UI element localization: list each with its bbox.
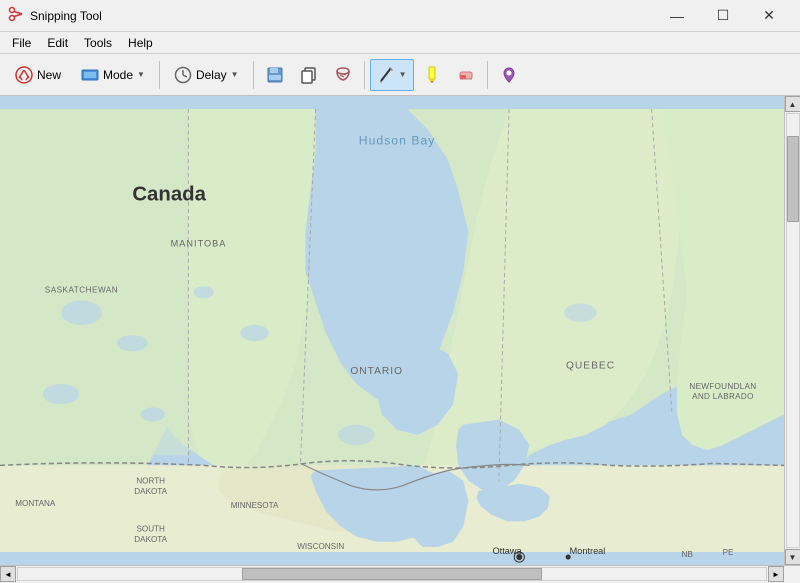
scroll-v-track[interactable]	[786, 113, 800, 548]
svg-text:PE: PE	[723, 548, 734, 557]
horizontal-scrollbar: ◄ ►	[0, 565, 800, 583]
save-icon	[266, 66, 284, 84]
copy-button[interactable]	[293, 59, 325, 91]
copy-icon	[300, 66, 318, 84]
pen-button[interactable]: ▼	[370, 59, 414, 91]
menu-help[interactable]: Help	[120, 34, 161, 52]
svg-text:Canada: Canada	[132, 184, 206, 206]
pin-icon	[500, 66, 518, 84]
separator-3	[364, 61, 365, 89]
title-bar: Snipping Tool — ☐ ✕	[0, 0, 800, 32]
delay-button[interactable]: Delay ▼	[165, 59, 248, 91]
svg-text:Montreal: Montreal	[570, 546, 606, 556]
save-button[interactable]	[259, 59, 291, 91]
svg-text:Ottawa: Ottawa	[493, 546, 523, 556]
menu-edit[interactable]: Edit	[39, 34, 76, 52]
svg-text:Hudson Bay: Hudson Bay	[359, 134, 436, 148]
separator-2	[253, 61, 254, 89]
pen-dropdown-arrow: ▼	[399, 70, 407, 79]
scroll-h-thumb[interactable]	[242, 568, 541, 580]
app-title: Snipping Tool	[30, 9, 102, 23]
eraser-icon	[457, 66, 475, 84]
close-button[interactable]: ✕	[746, 0, 792, 32]
svg-text:NEWFOUNDLAN: NEWFOUNDLAN	[689, 382, 756, 391]
scroll-right-button[interactable]: ►	[768, 566, 784, 582]
svg-text:NORTH: NORTH	[136, 477, 165, 486]
pen-icon	[377, 66, 395, 84]
vertical-scrollbar[interactable]: ▲ ▼	[784, 96, 800, 565]
scroll-down-button[interactable]: ▼	[785, 549, 800, 565]
menu-tools[interactable]: Tools	[76, 34, 120, 52]
mode-dropdown-arrow: ▼	[137, 70, 145, 79]
delay-label: Delay	[196, 68, 227, 82]
separator-1	[159, 61, 160, 89]
paste-button[interactable]	[327, 59, 359, 91]
svg-text:WISCONSIN: WISCONSIN	[297, 542, 344, 551]
separator-4	[487, 61, 488, 89]
svg-text:AND LABRADO: AND LABRADO	[692, 392, 754, 401]
svg-text:ONTARIO: ONTARIO	[350, 366, 403, 377]
highlighter-button[interactable]	[416, 59, 448, 91]
new-label: New	[37, 68, 61, 82]
app-icon	[8, 6, 24, 25]
content-area: Hudson Bay Canada MANITOBA SASKATCHEWAN …	[0, 96, 800, 565]
paste-icon	[334, 66, 352, 84]
svg-text:MINNESOTA: MINNESOTA	[231, 501, 279, 510]
scroll-h-track[interactable]	[17, 567, 767, 581]
window-controls: — ☐ ✕	[654, 0, 792, 32]
new-icon	[15, 66, 33, 84]
maximize-button[interactable]: ☐	[700, 0, 746, 32]
scroll-corner	[784, 566, 800, 582]
toolbar: New Mode ▼ Delay ▼	[0, 54, 800, 96]
svg-text:DAKOTA: DAKOTA	[134, 487, 167, 496]
svg-text:MONTANA: MONTANA	[15, 499, 56, 508]
svg-text:QUEBEC: QUEBEC	[566, 361, 615, 372]
mode-label: Mode	[103, 68, 133, 82]
svg-text:MANITOBA: MANITOBA	[171, 239, 227, 249]
map-container[interactable]: Hudson Bay Canada MANITOBA SASKATCHEWAN …	[0, 96, 784, 565]
svg-text:DAKOTA: DAKOTA	[134, 535, 167, 544]
menu-bar: File Edit Tools Help	[0, 32, 800, 54]
mode-button[interactable]: Mode ▼	[72, 59, 154, 91]
svg-text:SASKATCHEWAN: SASKATCHEWAN	[45, 285, 118, 294]
eraser-button[interactable]	[450, 59, 482, 91]
minimize-button[interactable]: —	[654, 0, 700, 32]
scroll-up-button[interactable]: ▲	[785, 96, 800, 112]
svg-text:SOUTH: SOUTH	[136, 525, 165, 534]
scroll-v-thumb[interactable]	[787, 136, 799, 223]
new-button[interactable]: New	[6, 59, 70, 91]
scroll-left-button[interactable]: ◄	[0, 566, 16, 582]
menu-file[interactable]: File	[4, 34, 39, 52]
delay-icon	[174, 66, 192, 84]
delay-dropdown-arrow: ▼	[231, 70, 239, 79]
highlighter-icon	[423, 66, 441, 84]
pin-button[interactable]	[493, 59, 525, 91]
svg-text:NB: NB	[682, 550, 693, 559]
mode-icon	[81, 66, 99, 84]
